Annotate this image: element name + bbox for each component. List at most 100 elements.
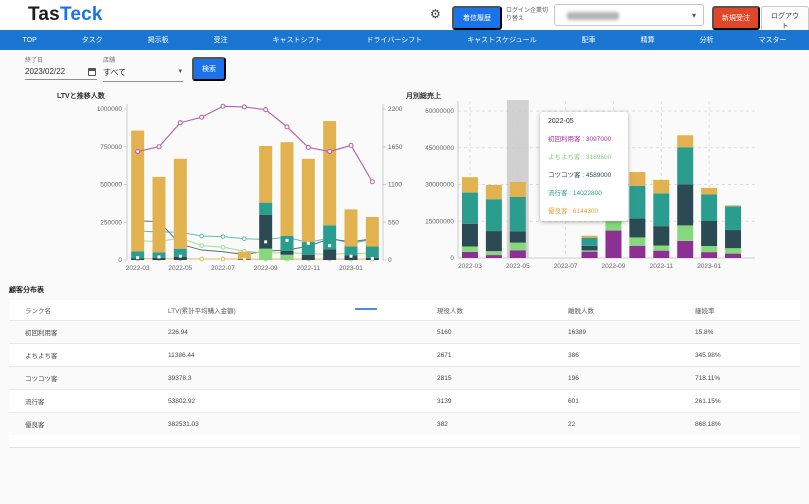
bar-segment[interactable] (509, 250, 526, 258)
bar-segment[interactable] (280, 235, 294, 251)
nav-item-5[interactable]: ドライバーシフト (367, 35, 423, 45)
nav-item-2[interactable]: 掲示板 (148, 35, 169, 45)
bar-segment[interactable] (701, 187, 718, 195)
bar-segment[interactable] (629, 245, 646, 258)
bar-segment[interactable] (509, 231, 526, 243)
bar-segment[interactable] (461, 177, 478, 193)
search-button[interactable]: 検索 (192, 57, 226, 81)
bar-segment[interactable] (461, 223, 478, 247)
bar-segment[interactable] (259, 214, 273, 249)
company-select[interactable]: ▾ (554, 4, 704, 26)
bar-segment[interactable] (581, 237, 598, 246)
bar-segment[interactable] (677, 240, 694, 258)
bar-segment[interactable] (323, 249, 337, 260)
bar-segment[interactable] (677, 225, 694, 241)
bar-segment[interactable] (509, 242, 526, 251)
bar-segment[interactable] (605, 230, 622, 258)
bar-segment[interactable] (461, 192, 478, 224)
bar-segment[interactable] (653, 245, 670, 251)
bar-segment[interactable] (725, 205, 742, 207)
end-date-value[interactable]: 2023/02/22 (25, 67, 97, 80)
bar-segment[interactable] (677, 184, 694, 226)
bar-segment[interactable] (677, 135, 694, 148)
bar-segment[interactable] (701, 194, 718, 222)
bar-segment[interactable] (701, 252, 718, 258)
incoming-history-button[interactable]: 着信履歴 (452, 6, 502, 30)
bar-segment[interactable] (653, 179, 670, 194)
bar-segment[interactable] (344, 209, 358, 247)
bar-segment[interactable] (653, 226, 670, 246)
bar-segment[interactable] (581, 251, 598, 258)
chevron-down-icon: ▾ (178, 68, 182, 75)
bar-segment[interactable] (461, 251, 478, 258)
bar-segment[interactable] (301, 254, 315, 260)
nav-item-9[interactable]: 分析 (700, 35, 714, 45)
bar-segment[interactable] (677, 147, 694, 185)
bar-segment[interactable] (581, 235, 598, 238)
bar-segment[interactable] (259, 248, 273, 260)
bar-segment[interactable] (581, 245, 598, 251)
bar-segment[interactable] (365, 246, 379, 258)
bar-segment[interactable] (701, 221, 718, 246)
nav-item-3[interactable]: 受注 (214, 35, 228, 45)
bar-segment[interactable] (301, 158, 315, 242)
bar-segment[interactable] (259, 202, 273, 215)
bar-segment[interactable] (485, 255, 502, 258)
store-field[interactable]: 店舗 すべて ▾ (103, 55, 183, 82)
bar-segment[interactable] (461, 246, 478, 252)
bar-segment[interactable] (725, 230, 742, 249)
bar-segment[interactable] (653, 193, 670, 227)
chart-tooltip: 2022-05 初回利用客 : 3097000 よちよち客 : 3189600 コツ… (540, 112, 628, 221)
y-axis-label: 0 (118, 257, 122, 264)
bar-segment[interactable] (725, 206, 742, 231)
table-cell: 流行客 (25, 399, 45, 406)
table-cell: 初回利用客 (25, 330, 58, 337)
bar-segment[interactable] (485, 184, 502, 200)
nav-item-10[interactable]: マスター (759, 35, 787, 45)
nav-item-4[interactable]: キャストシフト (273, 35, 322, 45)
bar-segment[interactable] (629, 185, 646, 219)
company-name-redacted (567, 12, 619, 20)
bar-segment[interactable] (509, 196, 526, 232)
store-value[interactable]: すべて ▾ (103, 67, 183, 82)
bar-segment[interactable] (323, 121, 337, 226)
bar-segment[interactable] (280, 142, 294, 236)
bar-segment[interactable] (629, 218, 646, 238)
column-header: 継続率 (695, 308, 715, 315)
nav-item-8[interactable]: 精算 (641, 35, 655, 45)
app-header: TasTeck ⚙ 着信履歴 ログイン企業切り替え ▾ 新規受注 ログアウト (0, 0, 809, 36)
store-text: すべて (103, 68, 127, 77)
bar-segment[interactable] (509, 181, 526, 197)
bar-segment[interactable] (725, 248, 742, 254)
bar-segment[interactable] (485, 199, 502, 232)
bar-segment[interactable] (629, 237, 646, 246)
end-date-field[interactable]: 終了日 2023/02/22 (25, 55, 97, 80)
table-cell: 868.18% (695, 420, 721, 428)
nav-item-7[interactable]: 配車 (582, 35, 596, 45)
bar-segment[interactable] (131, 130, 145, 252)
bar-segment[interactable] (701, 245, 718, 253)
bar-segment[interactable] (629, 172, 646, 186)
bar-segment[interactable] (280, 250, 294, 255)
bar-segment[interactable] (485, 251, 502, 256)
nav-item-0[interactable]: TOP (22, 37, 36, 44)
nav-item-1[interactable]: タスク (82, 35, 103, 45)
tooltip-entry: よちよち客 : 3189600 (548, 154, 612, 161)
bar-segment[interactable] (280, 254, 294, 260)
bar-segment[interactable] (152, 176, 166, 253)
calendar-icon[interactable] (88, 68, 96, 76)
bar-segment[interactable] (485, 231, 502, 252)
gear-icon[interactable]: ⚙ (430, 7, 441, 21)
bar-segment[interactable] (581, 250, 598, 252)
bar-segment[interactable] (725, 253, 742, 258)
bar-segment[interactable] (344, 246, 358, 256)
bar-segment[interactable] (653, 250, 670, 258)
bar-segment[interactable] (365, 216, 379, 247)
bar-segment[interactable] (173, 158, 187, 249)
line-teal (135, 228, 375, 246)
x-axis-label: 2022-05 (506, 263, 530, 270)
nav-item-6[interactable]: キャストスケジュール (467, 35, 537, 45)
bar-marker (136, 256, 140, 260)
bar-segment[interactable] (259, 145, 273, 203)
new-order-button[interactable]: 新規受注 (712, 6, 760, 30)
